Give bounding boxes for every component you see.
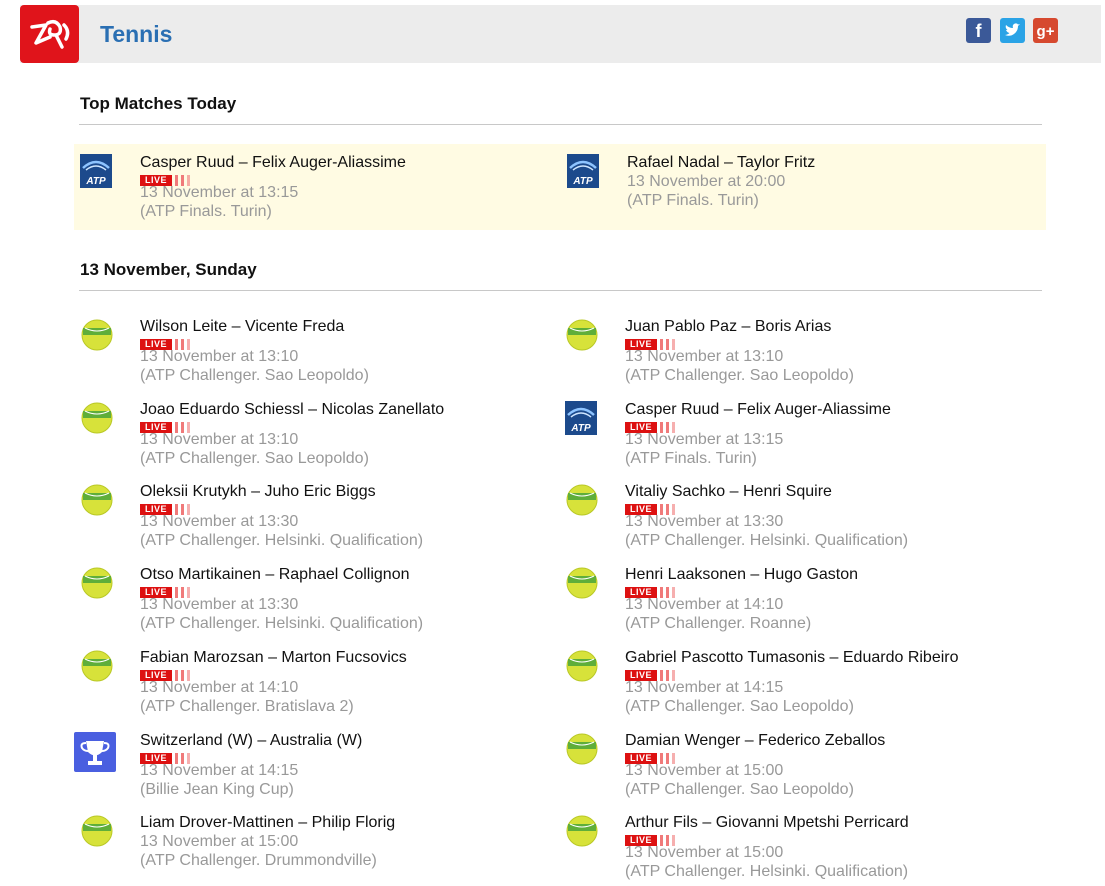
svg-text:ATP: ATP bbox=[572, 176, 593, 187]
match-tournament: (ATP Challenger. Helsinki. Qualification… bbox=[625, 863, 909, 880]
page-title: Tennis bbox=[100, 21, 173, 47]
match-tournament: (ATP Finals. Turin) bbox=[625, 450, 757, 467]
atp-icon: ATP bbox=[567, 154, 607, 194]
match-item[interactable]: Joao Eduardo Schiessl – Nicolas Zanellat… bbox=[80, 401, 500, 477]
match-time: 13 November at 13:15 bbox=[140, 184, 299, 201]
match-players[interactable]: Rafael Nadal – Taylor Fritz bbox=[627, 154, 815, 172]
match-players[interactable]: Switzerland (W) – Australia (W) bbox=[140, 732, 362, 750]
match-time: 13 November at 13:30 bbox=[140, 513, 299, 530]
atp-icon: ATP bbox=[565, 401, 605, 441]
match-tournament: (ATP Challenger. Sao Leopoldo) bbox=[140, 367, 369, 384]
match-time: 13 November at 15:00 bbox=[140, 833, 299, 850]
match-item[interactable]: Gabriel Pascotto Tumasonis – Eduardo Rib… bbox=[565, 649, 985, 725]
match-players[interactable]: Otso Martikainen – Raphael Collignon bbox=[140, 566, 409, 584]
match-time: 13 November at 15:00 bbox=[625, 844, 784, 861]
tennis-ball-icon bbox=[565, 483, 605, 523]
match-tournament: (ATP Finals. Turin) bbox=[627, 192, 759, 209]
match-tournament: (ATP Challenger. Helsinki. Qualification… bbox=[140, 615, 424, 632]
match-item[interactable]: Fabian Marozsan – Marton Fucsovics LIVE 13… bbox=[80, 649, 500, 725]
match-item[interactable]: Switzerland (W) – Australia (W) LIVE 13 No… bbox=[74, 732, 500, 808]
match-players[interactable]: Vitaliy Sachko – Henri Squire bbox=[625, 483, 832, 501]
match-item[interactable]: Henri Laaksonen – Hugo Gaston LIVE 13 Nove… bbox=[565, 566, 985, 642]
runner-logo-icon bbox=[30, 19, 70, 49]
atp-icon: ATP bbox=[80, 154, 120, 194]
match-item[interactable]: Oleksii Krutykh – Juho Eric Biggs LIVE 13 … bbox=[80, 483, 500, 559]
match-players[interactable]: Gabriel Pascotto Tumasonis – Eduardo Rib… bbox=[625, 649, 959, 667]
match-tournament: (ATP Challenger. Sao Leopoldo) bbox=[625, 781, 854, 798]
match-tournament: (ATP Challenger. Sao Leopoldo) bbox=[625, 698, 854, 715]
section-title-day: 13 November, Sunday bbox=[80, 260, 257, 279]
match-tournament: (ATP Challenger. Sao Leopoldo) bbox=[625, 367, 854, 384]
match-item[interactable]: Damian Wenger – Federico Zeballos LIVE 13 … bbox=[565, 732, 985, 808]
tennis-ball-icon bbox=[80, 649, 120, 689]
match-item[interactable]: Liam Drover-Mattinen – Philip Florig 13 N… bbox=[80, 814, 500, 886]
tennis-ball-icon bbox=[80, 318, 120, 358]
match-item[interactable]: Arthur Fils – Giovanni Mpetshi Perricard… bbox=[565, 814, 985, 886]
svg-text:ATP: ATP bbox=[570, 423, 591, 434]
match-players[interactable]: Casper Ruud – Felix Auger-Aliassime bbox=[140, 154, 406, 172]
twitter-icon[interactable] bbox=[1000, 18, 1025, 43]
header-bar: Tennis f g+ bbox=[20, 5, 1101, 63]
match-time: 13 November at 13:10 bbox=[140, 431, 299, 448]
tennis-ball-icon bbox=[565, 566, 605, 606]
match-tournament: (ATP Challenger. Sao Leopoldo) bbox=[140, 450, 369, 467]
svg-text:ATP: ATP bbox=[85, 176, 106, 187]
match-time: 13 November at 14:15 bbox=[625, 679, 784, 696]
match-item[interactable]: ATP Casper Ruud – Felix Auger-Aliassime LI… bbox=[80, 154, 500, 230]
match-players[interactable]: Wilson Leite – Vicente Freda bbox=[140, 318, 344, 336]
match-item[interactable]: Vitaliy Sachko – Henri Squire LIVE 13 Nove… bbox=[565, 483, 985, 559]
match-players[interactable]: Oleksii Krutykh – Juho Eric Biggs bbox=[140, 483, 376, 501]
tennis-ball-icon bbox=[80, 483, 120, 523]
match-time: 13 November at 15:00 bbox=[625, 762, 784, 779]
match-tournament: (ATP Finals. Turin) bbox=[140, 203, 272, 220]
match-tournament: (ATP Challenger. Bratislava 2) bbox=[140, 698, 354, 715]
match-time: 13 November at 20:00 bbox=[627, 173, 786, 190]
divider bbox=[79, 290, 1042, 291]
match-tournament: (ATP Challenger. Drummondville) bbox=[140, 852, 377, 869]
tennis-ball-icon bbox=[565, 318, 605, 358]
match-item[interactable]: Otso Martikainen – Raphael Collignon LIVE… bbox=[80, 566, 500, 642]
match-players[interactable]: Juan Pablo Paz – Boris Arias bbox=[625, 318, 831, 336]
tennis-ball-icon bbox=[565, 649, 605, 689]
match-item[interactable]: ATP Casper Ruud – Felix Auger-Aliassime LI… bbox=[565, 401, 985, 477]
match-time: 13 November at 13:30 bbox=[625, 513, 784, 530]
match-time: 13 November at 13:30 bbox=[140, 596, 299, 613]
tennis-ball-icon bbox=[565, 732, 605, 772]
match-item[interactable]: Wilson Leite – Vicente Freda LIVE 13 Novem… bbox=[80, 318, 500, 394]
match-time: 13 November at 14:10 bbox=[625, 596, 784, 613]
match-tournament: (Billie Jean King Cup) bbox=[140, 781, 294, 798]
match-players[interactable]: Casper Ruud – Felix Auger-Aliassime bbox=[625, 401, 891, 419]
google-plus-icon[interactable]: g+ bbox=[1033, 18, 1058, 43]
match-time: 13 November at 13:15 bbox=[625, 431, 784, 448]
match-time: 13 November at 13:10 bbox=[625, 348, 784, 365]
match-players[interactable]: Damian Wenger – Federico Zeballos bbox=[625, 732, 885, 750]
match-players[interactable]: Arthur Fils – Giovanni Mpetshi Perricard bbox=[625, 814, 909, 832]
facebook-icon[interactable]: f bbox=[966, 18, 991, 43]
match-item[interactable]: ATP Rafael Nadal – Taylor Fritz 13 Novembe… bbox=[567, 154, 987, 230]
match-tournament: (ATP Challenger. Helsinki. Qualification… bbox=[625, 532, 909, 549]
cup-icon bbox=[74, 732, 120, 772]
tennis-ball-icon bbox=[80, 814, 120, 854]
match-players[interactable]: Liam Drover-Mattinen – Philip Florig bbox=[140, 814, 395, 832]
section-title-top-matches: Top Matches Today bbox=[80, 94, 237, 113]
match-time: 13 November at 14:15 bbox=[140, 762, 299, 779]
match-tournament: (ATP Challenger. Helsinki. Qualification… bbox=[140, 532, 424, 549]
match-players[interactable]: Fabian Marozsan – Marton Fucsovics bbox=[140, 649, 407, 667]
site-logo[interactable] bbox=[20, 5, 79, 63]
match-time: 13 November at 14:10 bbox=[140, 679, 299, 696]
match-players[interactable]: Joao Eduardo Schiessl – Nicolas Zanellat… bbox=[140, 401, 444, 419]
match-item[interactable]: Juan Pablo Paz – Boris Arias LIVE 13 Novem… bbox=[565, 318, 985, 394]
match-tournament: (ATP Challenger. Roanne) bbox=[625, 615, 812, 632]
tennis-ball-icon bbox=[80, 401, 120, 441]
divider bbox=[79, 124, 1042, 125]
tennis-ball-icon bbox=[565, 814, 605, 854]
match-time: 13 November at 13:10 bbox=[140, 348, 299, 365]
match-players[interactable]: Henri Laaksonen – Hugo Gaston bbox=[625, 566, 858, 584]
tennis-ball-icon bbox=[80, 566, 120, 606]
